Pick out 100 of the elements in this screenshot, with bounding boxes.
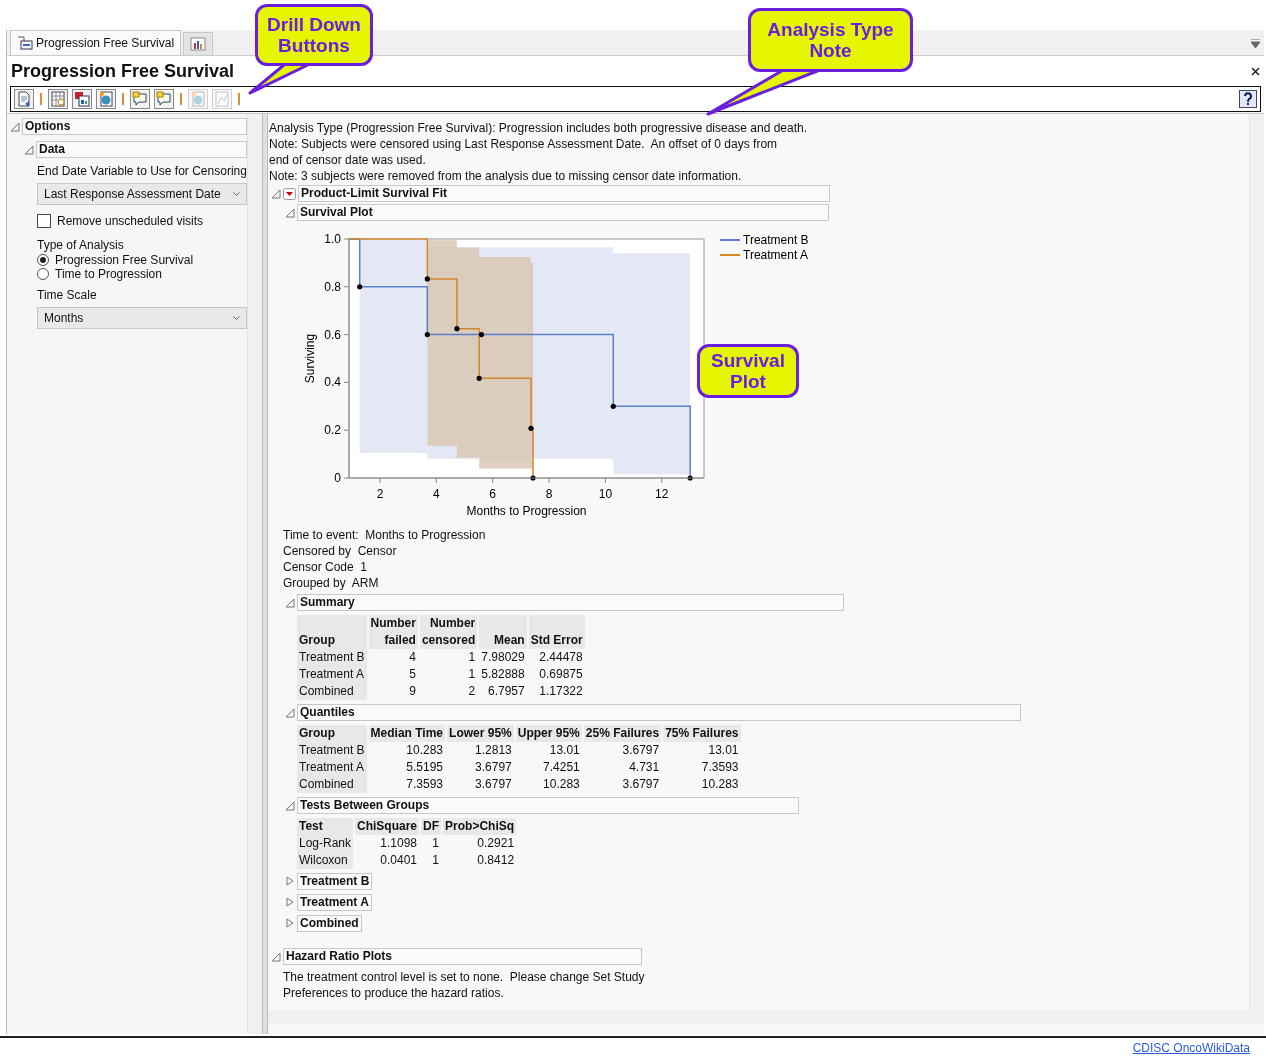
radio-option[interactable]: Time to Progression (37, 267, 247, 281)
column-header: Number censored (419, 615, 478, 649)
toolbar-button[interactable] (130, 89, 150, 109)
window-icon (74, 91, 90, 107)
section-header[interactable]: Hazard Ratio Plots (283, 948, 642, 965)
table-cell-text: 7.3593 (405, 776, 445, 793)
column-header: Prob>ChiSq (443, 818, 517, 835)
disclosure-icon[interactable] (25, 144, 34, 155)
section-header[interactable]: Data (36, 141, 247, 158)
table-cell: Log-Rank (297, 835, 354, 852)
section-header[interactable]: Quantiles (297, 704, 1021, 721)
table-cell-text: 1 (431, 835, 441, 852)
disclosure-icon[interactable] (272, 188, 281, 199)
field-label: Type of Analysis (37, 237, 125, 253)
checkbox-box[interactable] (37, 214, 51, 228)
scrollbar[interactable] (247, 114, 262, 1034)
table-cell-text: 6.7957 (486, 683, 526, 700)
close-icon[interactable] (1251, 66, 1260, 76)
data-point (530, 475, 536, 481)
section-header[interactable]: Options (22, 118, 247, 135)
column-header: Test (297, 818, 354, 835)
table-cell-text: 10.283 (700, 776, 740, 793)
table-cell-text: 5.5195 (405, 759, 445, 776)
disclosure-icon[interactable] (272, 951, 281, 962)
tab[interactable] (183, 32, 214, 55)
section-header[interactable]: Product-Limit Survival Fit (298, 185, 830, 202)
disclosure-icon[interactable] (286, 875, 295, 886)
dropdown[interactable]: Months (37, 307, 247, 329)
data-point (610, 403, 616, 409)
note-text: Note: Subjects were censored using Last Response Assessment Date. An offset of 0 days from end of censor date was used. (269, 136, 779, 168)
table-cell-text: 1 (467, 649, 477, 666)
radio-button[interactable] (37, 268, 49, 280)
table-cell-text: 13.01 (548, 742, 581, 759)
table-cell-text: 7.98029 (480, 649, 526, 666)
note-text: Note: 3 subjects were removed from the analysis due to missing censor date information. (269, 168, 743, 184)
tick-label: 6 (489, 487, 497, 501)
checkbox[interactable]: Remove unscheduled visits (37, 211, 247, 231)
globe-icon (190, 91, 206, 107)
toolbar-button[interactable] (72, 89, 92, 109)
radio-button[interactable] (37, 254, 49, 266)
section-header[interactable]: Treatment A (297, 894, 372, 911)
disclosure-icon[interactable] (286, 597, 295, 608)
section-header[interactable]: Treatment B (297, 873, 373, 890)
tick-label: 0.8 (324, 279, 341, 294)
table-cell-text: 0.2921 (476, 835, 516, 852)
chevron-icon (233, 191, 240, 197)
globe-icon (98, 91, 114, 107)
callout: Analysis Type Note (748, 8, 913, 72)
table-cell-text: 4.731 (628, 759, 661, 776)
disclosure-icon[interactable] (286, 207, 295, 218)
table-cell-text: 4 (408, 649, 417, 666)
tick-label: 0 (334, 471, 341, 485)
report-icon (17, 36, 33, 50)
scrollbar[interactable] (1249, 114, 1264, 1010)
data-point (528, 425, 534, 431)
dropdown[interactable]: Last Response Assessment Date (37, 183, 247, 205)
section-header[interactable]: Survival Plot (297, 204, 829, 221)
toolbar-button[interactable] (14, 89, 34, 109)
scrollbar[interactable] (268, 1010, 1264, 1024)
toolbar-button[interactable] (48, 89, 68, 109)
toolbar-button[interactable] (154, 89, 174, 109)
section-header[interactable]: Tests Between Groups (297, 797, 799, 814)
disclosure-icon[interactable] (286, 707, 295, 718)
message-text: The treatment control level is set to none. Please change Set Study Preferences to produce the hazard ratios. (283, 969, 646, 1001)
chevron-icon (233, 315, 240, 321)
disclosure-icon[interactable] (11, 121, 20, 132)
table-cell-text: 13.01 (707, 742, 740, 759)
disclosure-icon[interactable] (286, 896, 295, 907)
column-header: ChiSquare (355, 818, 420, 835)
radio-option[interactable]: Progression Free Survival (37, 253, 247, 267)
disclosure-icon[interactable] (286, 800, 295, 811)
column-header: Group (297, 615, 367, 649)
info-text: Censor Code 1 (283, 559, 369, 575)
disclosure-icon[interactable] (286, 917, 295, 928)
legend-label: Treatment B (743, 233, 809, 247)
help-button[interactable] (1239, 90, 1257, 108)
table-cell-text: 2.44478 (538, 649, 584, 666)
tick-label: 8 (545, 487, 553, 501)
column-header: Group (297, 725, 367, 742)
table-cell-text: 5.82888 (480, 666, 526, 683)
table-cell-text: 0.0401 (379, 852, 419, 869)
table-cell-text: 0.8412 (476, 852, 516, 869)
footer-link[interactable]: CDISC OncoWikiData (1132, 1041, 1250, 1055)
data-point (424, 276, 430, 282)
column-header: Mean (479, 615, 527, 649)
table-cell: Treatment B (297, 742, 367, 759)
section-header[interactable]: Summary (297, 594, 844, 611)
table-cell-text: 1.17322 (538, 683, 584, 700)
data-point (476, 375, 482, 381)
table-cell-text: 5 (408, 666, 417, 683)
tick-label: 1.0 (324, 232, 341, 246)
table-cell-text: 1.2813 (474, 742, 513, 759)
report-title: Progression Free Survival (11, 60, 235, 82)
table-cell-text: 3.6797 (474, 759, 513, 776)
column-header: Number failed (368, 615, 418, 649)
section-header[interactable]: Combined (297, 915, 362, 932)
tab[interactable]: Progression Free Survival (10, 30, 182, 55)
toolbar-button[interactable] (96, 89, 116, 109)
dropdown-icon[interactable] (1251, 39, 1260, 48)
table-icon (50, 91, 66, 107)
